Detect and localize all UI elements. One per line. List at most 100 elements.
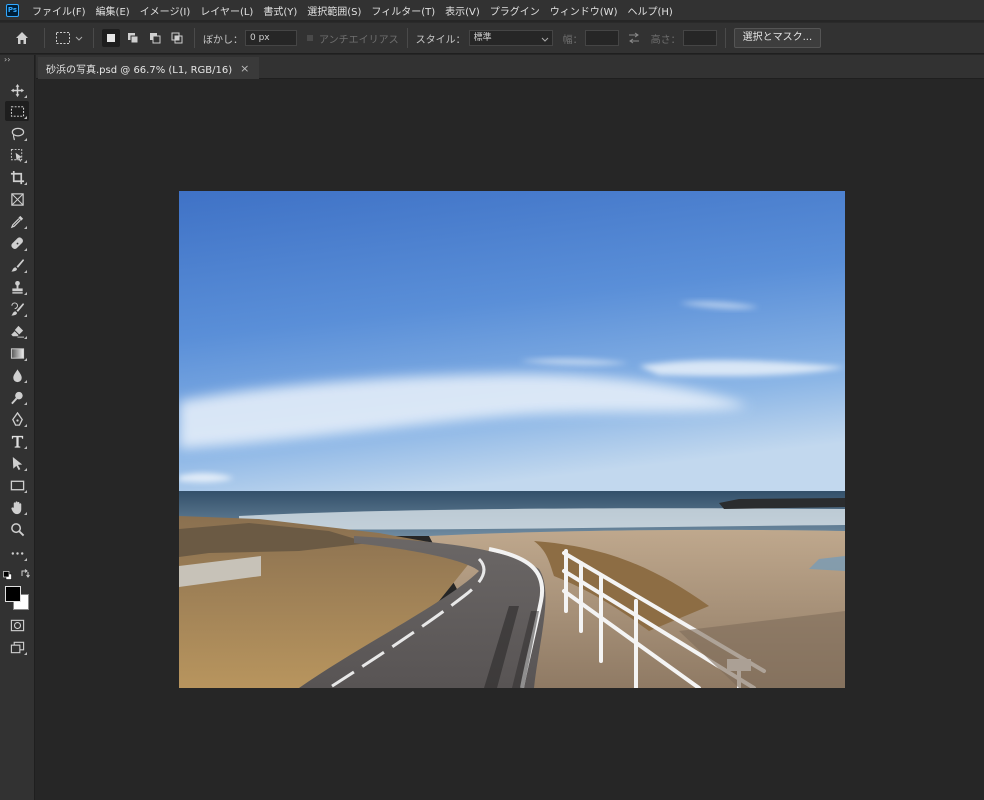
eyedropper-tool[interactable] — [5, 211, 29, 231]
beach-photo — [179, 191, 845, 688]
menu-item[interactable]: 表示(V) — [440, 3, 485, 18]
new-selection-button[interactable] — [102, 29, 120, 47]
width-input[interactable] — [584, 30, 619, 46]
quick-mask-icon — [10, 619, 24, 631]
healing-brush-icon — [10, 236, 23, 249]
feather-label: ぼかし： — [203, 34, 243, 46]
menu-item[interactable]: ヘルプ(H) — [622, 3, 677, 18]
swap-dimensions-button[interactable] — [619, 32, 649, 44]
options-bar: ぼかし： 0 px アンチエイリアス スタイル： 標準 幅： 高さ： 選択とマス… — [0, 22, 984, 54]
tools-panel: ›› — [0, 55, 35, 800]
frame-tool[interactable] — [5, 189, 29, 209]
clone-stamp-tool[interactable] — [5, 277, 29, 297]
menu-item[interactable]: プラグイン — [485, 3, 545, 18]
close-icon[interactable]: × — [240, 62, 249, 75]
swap-arrows-icon — [628, 32, 639, 44]
eyedropper-icon — [10, 215, 23, 228]
marquee-tool[interactable] — [5, 101, 29, 121]
document-canvas-image[interactable] — [179, 191, 845, 688]
chevron-down-icon — [75, 36, 83, 41]
width-label: 幅： — [562, 34, 583, 46]
clone-stamp-icon — [11, 280, 23, 294]
crop-icon — [10, 170, 24, 184]
foreground-color-swatch[interactable] — [5, 586, 21, 602]
path-selection-icon — [12, 456, 22, 470]
document-tab[interactable]: 砂浜の写真.psd @ 66.7% (L1, RGB/16) × — [38, 57, 260, 79]
home-icon[interactable] — [8, 30, 36, 46]
menu-item[interactable]: イメージ(I) — [135, 3, 196, 18]
menu-item[interactable]: 編集(E) — [91, 3, 135, 18]
divider — [406, 28, 408, 48]
divider — [44, 28, 45, 48]
rect-marquee-icon — [10, 105, 24, 117]
subtract-selection-icon — [150, 33, 161, 44]
more-tools-icon — [11, 551, 23, 555]
swap-colors-icon — [21, 569, 30, 578]
antialias-checkbox[interactable]: アンチエイリアス — [307, 31, 399, 46]
screen-mode-button[interactable] — [5, 637, 29, 657]
add-selection-button[interactable] — [124, 29, 142, 47]
dodge-tool[interactable] — [5, 387, 29, 407]
crop-tool[interactable] — [5, 167, 29, 187]
quick-mask-button[interactable] — [5, 615, 29, 635]
dodge-icon — [10, 391, 23, 404]
pen-tool[interactable] — [5, 409, 29, 429]
blur-tool[interactable] — [5, 365, 29, 385]
style-select-value: 標準 — [473, 33, 492, 43]
object-selection-tool[interactable] — [5, 145, 29, 165]
add-selection-icon — [128, 33, 139, 44]
eraser-tool[interactable] — [5, 321, 29, 341]
new-selection-icon — [107, 34, 115, 42]
hand-tool[interactable] — [5, 497, 29, 517]
checkbox-icon — [307, 35, 313, 41]
menu-item[interactable]: 書式(Y) — [258, 3, 302, 18]
blur-icon — [12, 368, 22, 382]
intersect-selection-button[interactable] — [168, 29, 186, 47]
default-colors-button[interactable] — [3, 570, 12, 580]
subtract-selection-button[interactable] — [146, 29, 164, 47]
menu-item[interactable]: 選択範囲(S) — [302, 3, 366, 18]
hand-icon — [10, 500, 21, 514]
zoom-icon — [10, 522, 24, 536]
feather-input[interactable]: 0 px — [245, 30, 297, 46]
pen-icon — [11, 411, 23, 426]
select-and-mask-button[interactable]: 選択とマスク... — [733, 28, 822, 48]
divider — [724, 28, 726, 48]
style-label: スタイル： — [415, 34, 466, 46]
frame-icon — [10, 192, 24, 206]
menu-item[interactable]: ファイル(F) — [27, 3, 91, 18]
object-selection-icon — [10, 148, 22, 162]
rectangle-tool[interactable] — [5, 475, 29, 495]
edit-toolbar-button[interactable] — [5, 543, 29, 563]
document-tab-bar: 砂浜の写真.psd @ 66.7% (L1, RGB/16) × — [36, 55, 984, 79]
rect-marquee-icon — [56, 32, 70, 44]
move-tool[interactable] — [5, 80, 29, 100]
healing-brush-tool[interactable] — [5, 233, 29, 253]
history-brush-icon — [10, 302, 24, 316]
move-icon — [10, 83, 24, 97]
menu-item[interactable]: フィルター(T) — [366, 3, 440, 18]
gradient-tool[interactable] — [5, 343, 29, 363]
history-brush-tool[interactable] — [5, 299, 29, 319]
swap-colors-button[interactable] — [20, 569, 30, 579]
app-logo: Ps — [6, 3, 19, 17]
height-input[interactable] — [682, 30, 717, 46]
brush-tool[interactable] — [5, 255, 29, 275]
path-selection-tool[interactable] — [5, 453, 29, 473]
menu-item[interactable]: ウィンドウ(W) — [545, 3, 623, 18]
marquee-preset-picker[interactable] — [53, 31, 85, 45]
menu-items: ファイル(F) 編集(E) イメージ(I) レイヤー(L) 書式(Y) 選択範囲(S) フィ… — [27, 3, 678, 18]
chevron-down-icon — [541, 37, 548, 42]
default-colors-icon — [3, 571, 12, 580]
height-label: 高さ： — [650, 34, 681, 46]
menu-bar: Ps ファイル(F) 編集(E) イメージ(I) レイヤー(L) 書式(Y) 選択範囲(S… — [0, 0, 984, 20]
collapse-panel-button[interactable]: ›› — [0, 55, 34, 65]
zoom-tool[interactable] — [5, 519, 29, 539]
menu-item[interactable]: レイヤー(L) — [195, 3, 258, 18]
type-icon — [11, 435, 23, 448]
lasso-tool[interactable] — [5, 123, 29, 143]
style-select[interactable]: 標準 — [468, 30, 553, 46]
type-tool[interactable] — [5, 431, 29, 451]
screen-mode-icon — [10, 641, 24, 653]
document-tab-title: 砂浜の写真.psd @ 66.7% (L1, RGB/16) — [46, 64, 233, 76]
